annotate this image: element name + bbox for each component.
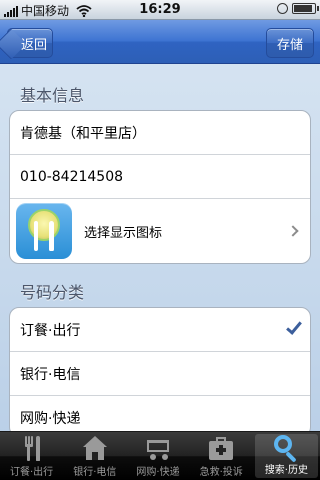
tab-label: 搜索·历史 (264, 465, 308, 476)
status-time: 16:29 (139, 2, 181, 17)
tab-label: 银行·电信 (73, 467, 117, 478)
name-value: 肯德基（和平里店） (20, 125, 146, 142)
section-header-basic-info: 基本信息 (20, 86, 85, 105)
category-item[interactable]: 银行·电信 (10, 352, 310, 396)
checkmark-icon (286, 318, 302, 335)
chevron-right-icon (287, 225, 299, 237)
fork-knife-icon (17, 434, 47, 462)
home-icon (80, 434, 110, 462)
cart-icon (143, 434, 173, 462)
category-item[interactable]: 订餐·出行 (10, 308, 310, 352)
category-item-label: 网购·快递 (20, 411, 81, 427)
tab-bank-telecom[interactable]: 银行·电信 (63, 432, 126, 480)
basic-info-group: 肯德基（和平里店） 010-84214508 选择显示图标 (9, 110, 311, 264)
tab-shopping-delivery[interactable]: 网购·快递 (126, 432, 189, 480)
search-icon (271, 434, 301, 463)
save-button[interactable]: 存储 (266, 28, 314, 58)
category-item-label: 订餐·出行 (20, 322, 81, 339)
choose-icon-label: 选择显示图标 (84, 225, 163, 241)
tab-emergency-complaint[interactable]: 急救·投诉 (190, 432, 253, 480)
name-field[interactable]: 肯德基（和平里店） (10, 111, 310, 155)
back-button-label: 返回 (20, 37, 47, 53)
tab-label: 急救·投诉 (199, 467, 243, 478)
status-bar: 中国移动 16:29 (0, 0, 320, 20)
restaurant-icon (16, 203, 72, 259)
section-header-category: 号码分类 (20, 283, 85, 302)
status-right (277, 3, 319, 14)
orientation-lock-icon (277, 3, 288, 14)
category-item-label: 银行·电信 (20, 366, 81, 383)
tab-search-history[interactable]: 搜索·历史 (254, 434, 319, 478)
tab-label: 订餐·出行 (10, 467, 54, 478)
battery-icon (292, 3, 319, 14)
first-aid-kit-icon (206, 434, 236, 462)
tab-label: 网购·快递 (136, 467, 180, 478)
back-button[interactable]: 返回 (7, 28, 53, 58)
tab-bar: 订餐·出行 银行·电信 网购·快递 急救·投诉 搜索·历史 (0, 431, 320, 480)
save-button-label: 存储 (276, 37, 303, 53)
category-group: 订餐·出行 银行·电信 网购·快递 (9, 307, 311, 437)
phone-field[interactable]: 010-84214508 (10, 155, 310, 199)
choose-icon-row[interactable]: 选择显示图标 (10, 199, 310, 263)
nav-bar: 返回 存储 (0, 20, 320, 64)
tab-dining-travel[interactable]: 订餐·出行 (0, 432, 63, 480)
phone-value: 010-84214508 (20, 168, 124, 185)
